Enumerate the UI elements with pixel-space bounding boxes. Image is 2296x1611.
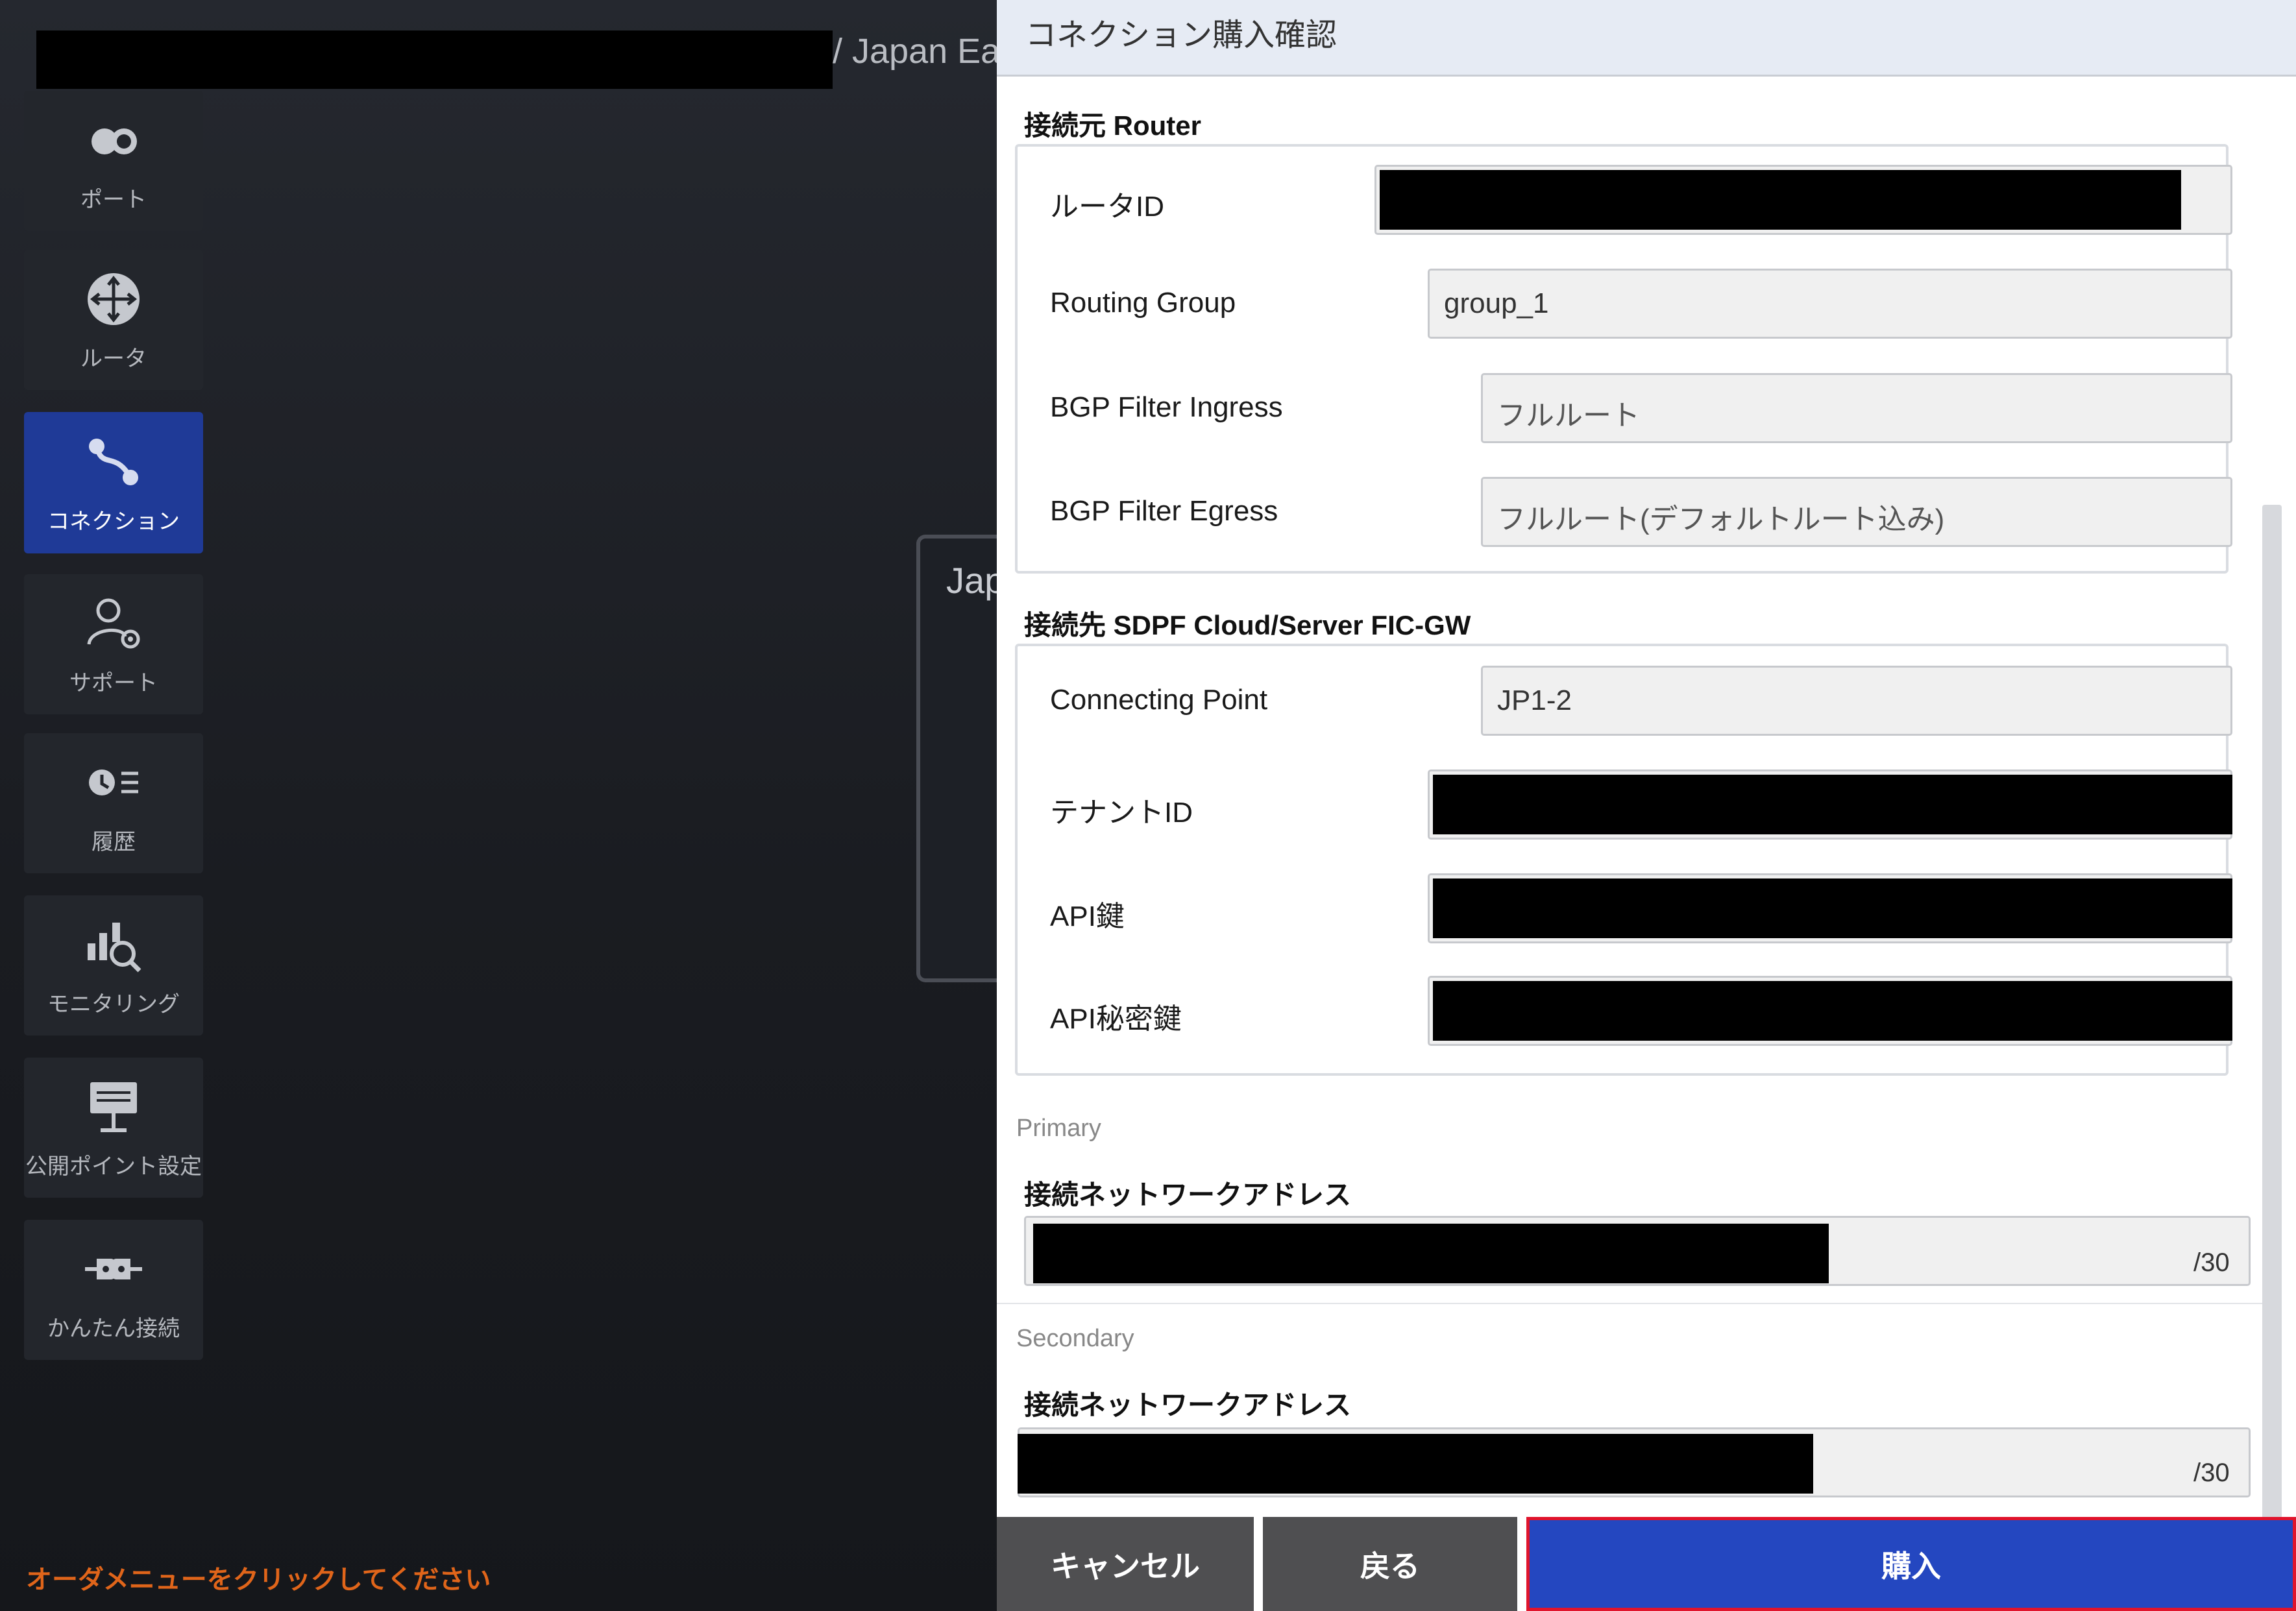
support-icon xyxy=(87,598,140,648)
sidebar-item-label: ポート xyxy=(80,187,147,212)
sidebar-item-label: コネクション xyxy=(47,509,180,534)
back-button[interactable]: 戻る xyxy=(1263,1517,1517,1611)
port-icon xyxy=(92,128,137,154)
public-point-icon xyxy=(90,1082,137,1132)
modal-body[interactable]: 接続元 Router ルータID Routing Group group_1 B… xyxy=(997,77,2296,1517)
breadcrumb: / Japan Ea xyxy=(833,32,1001,71)
bgp-egress-field: フルルート(デフォルトルート込み) xyxy=(1481,477,2232,547)
monitoring-icon xyxy=(88,922,141,972)
api-key-redacted xyxy=(1433,878,2232,938)
connecting-point-label: Connecting Point xyxy=(1050,684,1268,716)
routing-group-label: Routing Group xyxy=(1050,287,1236,319)
sidebar-item-label: 公開ポイント設定 xyxy=(25,1154,202,1179)
easy-connect-icon xyxy=(85,1258,142,1279)
sidebar-item-monitoring[interactable]: モニタリング xyxy=(24,895,203,1036)
primary-label: Primary xyxy=(1016,1115,1101,1142)
section-divider xyxy=(997,1303,2262,1304)
sidebar-item-label: サポート xyxy=(69,670,158,696)
bgp-egress-label: BGP Filter Egress xyxy=(1050,495,1278,527)
breadcrumb-redacted xyxy=(36,30,833,89)
modal-footer: キャンセル 戻る 購入 xyxy=(997,1517,2296,1611)
sidebar-item-label: かんたん接続 xyxy=(47,1316,180,1341)
primary-address-title: 接続ネットワークアドレス xyxy=(1024,1180,1352,1210)
api-secret-redacted xyxy=(1433,981,2232,1041)
destination-group: Connecting Point JP1-2 テナントID API鍵 API秘密… xyxy=(1015,644,2232,1076)
api-key-label: API鍵 xyxy=(1050,901,1125,932)
scrollbar[interactable] xyxy=(2262,505,2282,1517)
modal-title: コネクション購入確認 xyxy=(1025,18,1337,53)
sidebar-item-port[interactable]: ポート xyxy=(24,91,203,231)
router-id-label: ルータID xyxy=(1050,191,1164,223)
destination-section-title: 接続先 SDPF Cloud/Server FIC-GW xyxy=(1024,610,1471,640)
secondary-address-redacted xyxy=(1018,1434,1813,1494)
purchase-confirm-modal: コネクション購入確認 接続元 Router ルータID Routing Grou… xyxy=(997,0,2296,1611)
secondary-label: Secondary xyxy=(1016,1325,1134,1352)
modal-header: コネクション購入確認 xyxy=(997,0,2296,77)
source-group: ルータID Routing Group group_1 BGP Filter I… xyxy=(1015,144,2232,574)
sidebar-item-connection[interactable]: コネクション xyxy=(24,412,203,553)
bgp-ingress-field: フルルート xyxy=(1481,373,2232,443)
router-icon xyxy=(88,273,140,325)
secondary-prefix-suffix: /30 xyxy=(2193,1459,2230,1487)
primary-address-redacted xyxy=(1033,1224,1829,1283)
sidebar-item-history[interactable]: 履歴 xyxy=(24,733,203,873)
sidebar-item-public-point[interactable]: 公開ポイント設定 xyxy=(24,1058,203,1198)
bgp-ingress-label: BGP Filter Ingress xyxy=(1050,391,1283,423)
purchase-button[interactable]: 購入 xyxy=(1526,1517,2296,1611)
background-card-title: Jap xyxy=(946,560,1005,601)
sidebar-item-label: ルータ xyxy=(80,346,147,371)
sidebar-item-label: モニタリング xyxy=(47,991,180,1017)
secondary-address-title: 接続ネットワークアドレス xyxy=(1024,1390,1352,1420)
cancel-button[interactable]: キャンセル xyxy=(997,1517,1254,1611)
sidebar-item-label: 履歴 xyxy=(92,829,136,854)
primary-prefix-suffix: /30 xyxy=(2193,1248,2230,1277)
routing-group-field: group_1 xyxy=(1428,269,2232,339)
sidebar-item-router[interactable]: ルータ xyxy=(24,250,203,390)
background-card xyxy=(916,535,1007,982)
connection-icon xyxy=(89,438,138,485)
history-icon xyxy=(89,769,138,795)
sidebar-item-support[interactable]: サポート xyxy=(24,574,203,714)
order-hint: オーダメニューをクリックしてください xyxy=(26,1566,491,1594)
tenant-id-redacted xyxy=(1433,775,2232,834)
tenant-id-label: テナントID xyxy=(1050,797,1193,829)
connecting-point-field: JP1-2 xyxy=(1481,666,2232,736)
router-id-redacted xyxy=(1380,170,2181,230)
api-secret-label: API秘密鍵 xyxy=(1050,1003,1182,1035)
sidebar-item-easy-connect[interactable]: かんたん接続 xyxy=(24,1220,203,1360)
source-section-title: 接続元 Router xyxy=(1024,110,1202,141)
